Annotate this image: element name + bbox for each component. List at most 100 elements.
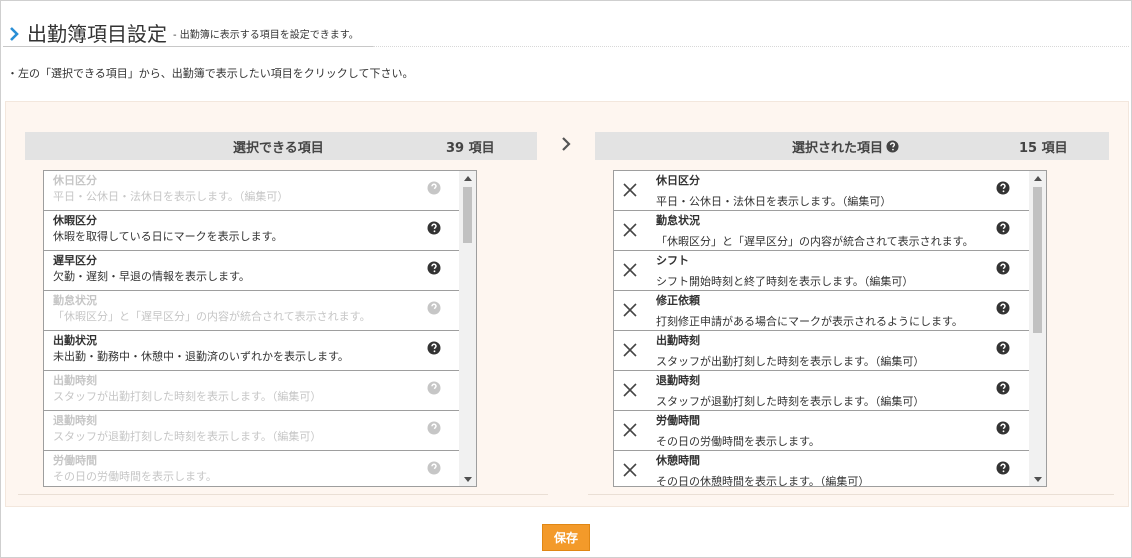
help-icon[interactable] <box>427 221 441 235</box>
item-name: 休日区分 <box>656 174 700 187</box>
page-title: 出勤簿項目設定 <box>27 22 167 46</box>
header-dotted-divider <box>373 46 1129 47</box>
item-name: シフト <box>656 254 689 267</box>
available-items-count: 39 項目 <box>446 140 495 156</box>
item-name: 退勤時刻 <box>53 414 97 427</box>
header-divider <box>3 46 373 47</box>
item-name: 出勤時刻 <box>656 334 700 347</box>
available-item: 労働時間 その日の労働時間を表示します。 <box>44 451 460 486</box>
help-icon[interactable] <box>996 421 1010 435</box>
selected-items-title-text: 選択された項目 <box>792 140 884 156</box>
item-description: 打刻修正申請がある場合にマークが表示されるようにします。 <box>656 315 963 328</box>
remove-x-icon[interactable] <box>622 262 638 278</box>
item-description: 平日・公休日・法休日を表示します。（編集可） <box>656 195 892 208</box>
available-item[interactable]: 休暇区分 休暇を取得している日にマークを表示します。 <box>44 211 460 251</box>
scroll-up-arrow-icon[interactable] <box>459 171 476 185</box>
item-name: 労働時間 <box>656 414 700 427</box>
help-icon[interactable] <box>996 261 1010 275</box>
available-list-scrollbar[interactable] <box>459 171 476 486</box>
app-frame: 出勤簿項目設定 - 出勤簿に表示する項目を設定できます。 ・左の「選択できる項目… <box>0 0 1132 558</box>
item-description: その日の労働時間を表示します。 <box>53 470 217 483</box>
help-icon[interactable] <box>996 381 1010 395</box>
scroll-down-arrow-icon[interactable] <box>1029 472 1046 486</box>
selected-item: 退勤時刻 スタッフが退勤打刻した時刻を表示します。（編集可） <box>614 371 1030 411</box>
remove-x-icon[interactable] <box>622 422 638 438</box>
remove-x-icon[interactable] <box>622 182 638 198</box>
item-name: 労働時間 <box>53 454 97 467</box>
item-description: スタッフが退勤打刻した時刻を表示します。（編集可） <box>53 430 322 443</box>
item-name: 出勤時刻 <box>53 374 97 387</box>
scroll-thumb[interactable] <box>463 187 472 243</box>
selected-items-title: 選択された項目 <box>792 137 899 156</box>
remove-x-icon[interactable] <box>622 462 638 478</box>
item-name: 勤怠状況 <box>53 294 97 307</box>
selected-item: 休日区分 平日・公休日・法休日を表示します。（編集可） <box>614 171 1030 211</box>
item-name: 勤怠状況 <box>656 214 700 227</box>
help-icon[interactable] <box>427 421 441 435</box>
available-item[interactable]: 遅早区分 欠勤・遅刻・早退の情報を表示します。 <box>44 251 460 291</box>
item-description: 欠勤・遅刻・早退の情報を表示します。 <box>53 270 250 283</box>
help-icon[interactable] <box>886 139 899 153</box>
remove-x-icon[interactable] <box>622 302 638 318</box>
item-name: 休暇区分 <box>53 214 97 227</box>
available-item: 勤怠状況 「休暇区分」と「遅早区分」の内容が統合されて表示されます。 <box>44 291 460 331</box>
item-description: スタッフが出勤打刻した時刻を表示します。（編集可） <box>53 390 322 403</box>
item-description: その日の休憩時間を表示します。（編集可） <box>656 475 870 487</box>
remove-x-icon[interactable] <box>622 382 638 398</box>
selected-item: 休憩時間 その日の休憩時間を表示します。（編集可） <box>614 451 1030 487</box>
available-item: 退勤時刻 スタッフが退勤打刻した時刻を表示します。（編集可） <box>44 411 460 451</box>
page-header: 出勤簿項目設定 - 出勤簿に表示する項目を設定できます。 <box>5 19 359 47</box>
item-name: 出勤状況 <box>53 334 97 347</box>
item-name: 休憩時間 <box>656 454 700 467</box>
item-name: 休日区分 <box>53 174 97 187</box>
scroll-down-arrow-icon[interactable] <box>459 472 476 486</box>
selected-item: 労働時間 その日の労働時間を表示します。 <box>614 411 1030 451</box>
available-item: 休日区分 平日・公休日・法休日を表示します。（編集可） <box>44 171 460 211</box>
item-settings-panel: 選択できる項目 39 項目 選択された項目 15 項目 休日区分 平日・公休日・… <box>5 101 1129 507</box>
help-icon[interactable] <box>996 221 1010 235</box>
selected-item: 勤怠状況 「休暇区分」と「遅早区分」の内容が統合されて表示されます。 <box>614 211 1030 251</box>
page-subtitle: - 出勤簿に表示する項目を設定できます。 <box>173 30 359 41</box>
available-item[interactable]: 出勤状況 未出勤・勤務中・休憩中・退勤済のいずれかを表示します。 <box>44 331 460 371</box>
remove-x-icon[interactable] <box>622 222 638 238</box>
help-icon[interactable] <box>996 301 1010 315</box>
panel-divider-right <box>588 494 1114 495</box>
transfer-chevron-icon <box>559 136 573 152</box>
selected-item: 出勤時刻 スタッフが出勤打刻した時刻を表示します。（編集可） <box>614 331 1030 371</box>
item-name: 退勤時刻 <box>656 374 700 387</box>
help-icon[interactable] <box>996 181 1010 195</box>
help-icon[interactable] <box>996 341 1010 355</box>
remove-x-icon[interactable] <box>622 342 638 358</box>
item-description: 「休暇区分」と「遅早区分」の内容が統合されて表示されます。 <box>53 310 371 323</box>
available-items-header: 選択できる項目 39 項目 <box>25 132 537 160</box>
scroll-thumb[interactable] <box>1033 187 1042 333</box>
item-description: 休暇を取得している日にマークを表示します。 <box>53 230 283 243</box>
scroll-up-arrow-icon[interactable] <box>1029 171 1046 185</box>
instruction-text: ・左の「選択できる項目」から、出勤簿で表示したい項目をクリックして下さい。 <box>7 67 414 80</box>
available-item: 出勤時刻 スタッフが出勤打刻した時刻を表示します。（編集可） <box>44 371 460 411</box>
selected-item: シフト シフト開始時刻と終了時刻を表示します。（編集可） <box>614 251 1030 291</box>
panel-divider-left <box>18 494 548 495</box>
item-description: 平日・公休日・法休日を表示します。（編集可） <box>53 190 289 203</box>
available-items-title: 選択できる項目 <box>233 140 324 156</box>
selected-items-count: 15 項目 <box>1019 140 1068 156</box>
item-description: スタッフが出勤打刻した時刻を表示します。（編集可） <box>656 355 925 368</box>
help-icon[interactable] <box>427 381 441 395</box>
available-items-list: 休日区分 平日・公休日・法休日を表示します。（編集可） 休暇区分 休暇を取得して… <box>43 170 477 487</box>
help-icon[interactable] <box>427 261 441 275</box>
selected-items-list: 休日区分 平日・公休日・法休日を表示します。（編集可） 勤怠状況 「休暇区分」と… <box>613 170 1047 487</box>
item-name: 遅早区分 <box>53 254 97 267</box>
help-icon[interactable] <box>427 181 441 195</box>
item-description: シフト開始時刻と終了時刻を表示します。（編集可） <box>656 275 914 288</box>
item-description: 「休暇区分」と「遅早区分」の内容が統合されて表示されます。 <box>656 235 974 248</box>
save-button[interactable]: 保存 <box>542 524 590 551</box>
selected-list-scrollbar[interactable] <box>1029 171 1046 486</box>
selected-items-header: 選択された項目 15 項目 <box>595 132 1109 160</box>
chevron-right-icon <box>5 23 23 45</box>
help-icon[interactable] <box>996 461 1010 475</box>
item-description: 未出勤・勤務中・休憩中・退勤済のいずれかを表示します。 <box>53 350 349 363</box>
item-name: 修正依頼 <box>656 294 700 307</box>
help-icon[interactable] <box>427 461 441 475</box>
help-icon[interactable] <box>427 301 441 315</box>
help-icon[interactable] <box>427 341 441 355</box>
